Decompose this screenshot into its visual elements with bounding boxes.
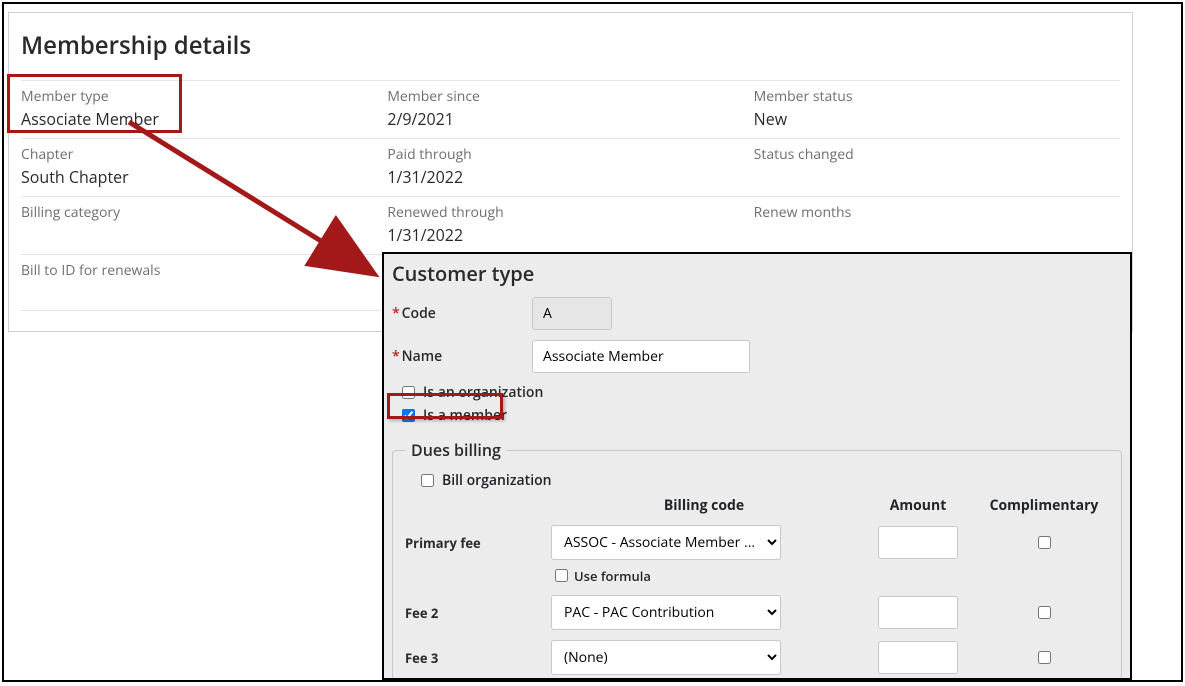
- fee2-amount[interactable]: [878, 596, 958, 629]
- value-paid-through: 1/31/2022: [387, 166, 753, 188]
- value-status-changed: [754, 166, 1120, 186]
- dues-billing-group: Dues billing Bill organization Billing c…: [392, 439, 1122, 680]
- col-complimentary: Complimentary: [979, 496, 1109, 515]
- fee3-amount[interactable]: [878, 641, 958, 674]
- name-input[interactable]: [532, 340, 750, 373]
- field-status-changed: Status changed: [754, 138, 1120, 196]
- label-member-status: Member status: [754, 87, 1120, 106]
- label-status-changed: Status changed: [754, 145, 1120, 164]
- field-billing-category: Billing category: [21, 196, 387, 254]
- field-member-type: Member type Associate Member: [21, 80, 387, 138]
- is-member-label: Is a member: [423, 406, 507, 425]
- value-member-type: Associate Member: [21, 108, 387, 130]
- use-formula-label: Use formula: [574, 567, 651, 585]
- fee3-complimentary-checkbox[interactable]: [1038, 651, 1051, 664]
- value-member-status: New: [754, 108, 1120, 130]
- field-renewed-through: Renewed through 1/31/2022: [387, 196, 753, 254]
- label-member-since: Member since: [387, 87, 753, 106]
- popup-title: Customer type: [392, 260, 1122, 287]
- col-amount: Amount: [863, 496, 973, 515]
- row-use-formula: Use formula: [551, 566, 857, 585]
- bill-organization-label: Bill organization: [442, 471, 552, 490]
- is-member-checkbox[interactable]: [402, 409, 415, 422]
- fee2-label: Fee 2: [405, 604, 545, 622]
- fee3-label: Fee 3: [405, 649, 545, 667]
- label-renew-months: Renew months: [754, 203, 1120, 222]
- field-member-since: Member since 2/9/2021: [387, 80, 753, 138]
- code-input[interactable]: [532, 297, 612, 330]
- is-organization-label: Is an organization: [423, 383, 543, 402]
- bill-organization-checkbox[interactable]: [421, 474, 434, 487]
- primary-fee-complimentary-checkbox[interactable]: [1038, 536, 1051, 549]
- value-chapter: South Chapter: [21, 166, 387, 188]
- fee2-complimentary-checkbox[interactable]: [1038, 606, 1051, 619]
- label-member-type: Member type: [21, 87, 387, 106]
- label-billing-category: Billing category: [21, 203, 387, 222]
- value-member-since: 2/9/2021: [387, 108, 753, 130]
- use-formula-checkbox[interactable]: [555, 569, 568, 582]
- row-is-org: Is an organization: [398, 383, 1122, 402]
- col-billing-code: Billing code: [551, 496, 857, 515]
- row-bill-organization: Bill organization: [417, 471, 1109, 490]
- field-paid-through: Paid through 1/31/2022: [387, 138, 753, 196]
- field-renew-months: Renew months: [754, 196, 1120, 254]
- label-paid-through: Paid through: [387, 145, 753, 164]
- value-billing-category: [21, 224, 387, 244]
- field-member-status: Member status New: [754, 80, 1120, 138]
- row-name: *Name: [392, 340, 1122, 373]
- row-code: *Code: [392, 297, 1122, 330]
- label-name: *Name: [392, 347, 532, 366]
- page-title: Membership details: [21, 29, 1120, 62]
- fee2-select[interactable]: PAC - PAC Contribution: [551, 595, 781, 630]
- primary-fee-select[interactable]: ASSOC - Associate Member ...: [551, 525, 781, 560]
- label-renewed-through: Renewed through: [387, 203, 753, 222]
- dues-billing-legend: Dues billing: [405, 439, 507, 461]
- primary-fee-amount[interactable]: [878, 526, 958, 559]
- label-chapter: Chapter: [21, 145, 387, 164]
- label-code: *Code: [392, 304, 532, 323]
- field-chapter: Chapter South Chapter: [21, 138, 387, 196]
- primary-fee-label: Primary fee: [405, 534, 545, 552]
- fee-grid: Billing code Amount Complimentary Primar…: [405, 496, 1109, 680]
- customer-type-popup: Customer type *Code *Name Is an organiza…: [382, 252, 1132, 680]
- row-is-member: Is a member: [398, 406, 1122, 425]
- fee3-select[interactable]: (None): [551, 640, 781, 675]
- value-renew-months: [754, 224, 1120, 244]
- is-organization-checkbox[interactable]: [402, 386, 415, 399]
- value-renewed-through: 1/31/2022: [387, 224, 753, 246]
